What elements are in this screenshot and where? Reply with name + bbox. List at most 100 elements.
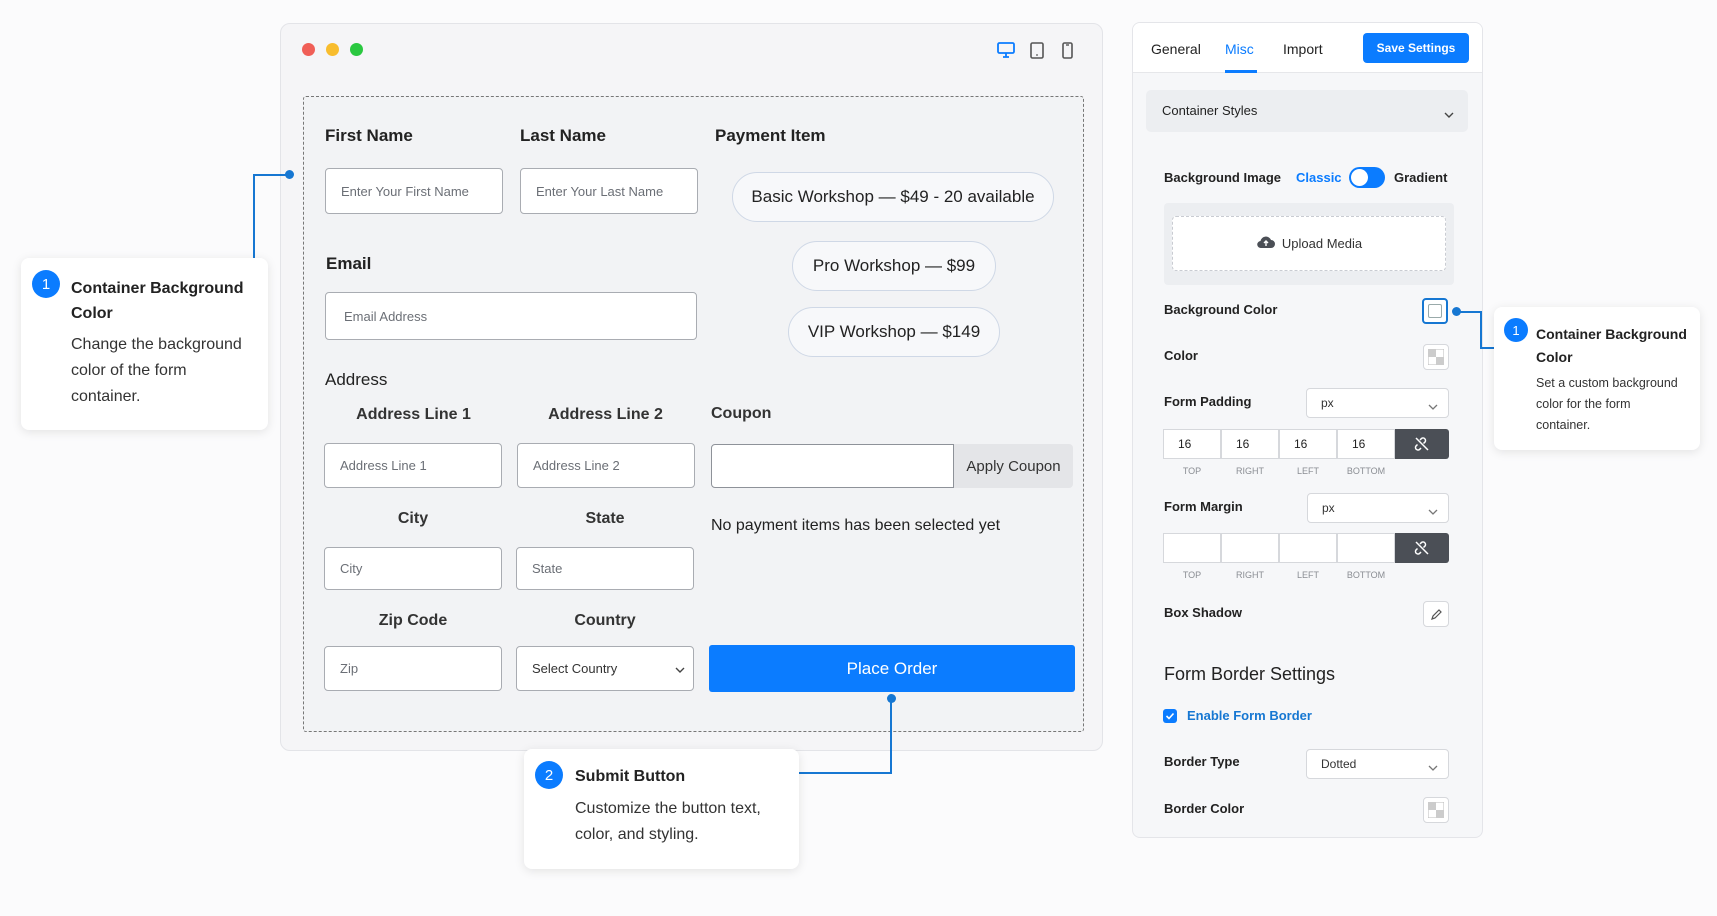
callout-title-line2: Color	[1536, 349, 1573, 365]
maximize-dot[interactable]	[350, 43, 363, 56]
active-tab-indicator	[1225, 70, 1257, 73]
callout-right-connector-h2	[1480, 347, 1494, 349]
callout-right-connector-h	[1456, 311, 1482, 313]
upload-media-button[interactable]: Upload Media	[1172, 216, 1446, 271]
city-input[interactable]: City	[324, 547, 502, 590]
callout-number-badge: 1	[1504, 318, 1528, 342]
padding-right-caption: RIGHT	[1236, 466, 1264, 476]
section-title: Container Styles	[1162, 103, 1258, 118]
background-color-swatch[interactable]	[1422, 298, 1448, 324]
border-type-select[interactable]: Dotted	[1306, 749, 1449, 779]
first-name-input[interactable]: Enter Your First Name	[325, 168, 503, 214]
coupon-input[interactable]	[711, 444, 954, 488]
callout-desc-line: Customize the button text,	[575, 800, 761, 817]
padding-link-button[interactable]	[1395, 429, 1449, 459]
tablet-icon[interactable]	[1027, 40, 1047, 60]
container-styles-header[interactable]: Container Styles	[1146, 90, 1468, 132]
tab-misc[interactable]: Misc	[1225, 41, 1254, 57]
padding-bottom-input[interactable]: 16	[1337, 429, 1395, 459]
border-settings-title: Form Border Settings	[1164, 664, 1336, 684]
callout-desc-line: color for the form	[1536, 397, 1631, 411]
address-label: Address	[325, 370, 388, 389]
payment-item-label: Payment Item	[715, 126, 826, 145]
padding-top-input[interactable]: 16	[1163, 429, 1221, 459]
settings-panel: General Misc Import Save Settings Contai…	[1132, 22, 1483, 838]
address-line1-input[interactable]: Address Line 1	[324, 443, 502, 488]
address-line1-label: Address Line 1	[356, 406, 471, 423]
callout-title: Container Background Color	[71, 276, 243, 326]
tab-general[interactable]: General	[1151, 41, 1201, 57]
state-input[interactable]: State	[516, 547, 694, 590]
no-payment-message: No payment items has been selected yet	[711, 517, 1001, 534]
settings-tabs: General Misc Import Save Settings	[1133, 23, 1482, 73]
callout-container-bg-right: 1 Container Background Color Set a custo…	[1494, 307, 1700, 450]
minimize-dot[interactable]	[326, 43, 339, 56]
color-swatch[interactable]	[1423, 344, 1449, 370]
enable-border-label[interactable]: Enable Form Border	[1187, 708, 1312, 723]
unlink-icon	[1414, 437, 1429, 451]
apply-coupon-button[interactable]: Apply Coupon	[954, 444, 1073, 488]
address-line2-label: Address Line 2	[548, 406, 663, 423]
mobile-icon[interactable]	[1057, 40, 1077, 60]
country-label: Country	[574, 612, 636, 629]
form-container: First Name Last Name Enter Your First Na…	[303, 96, 1084, 732]
payment-option-vip[interactable]: VIP Workshop — $149	[788, 307, 1000, 357]
callout-title: Submit Button	[575, 768, 686, 785]
padding-left-caption: LEFT	[1296, 466, 1319, 476]
payment-option-basic[interactable]: Basic Workshop — $49 - 20 available	[732, 172, 1054, 222]
background-image-label: Background Image	[1164, 170, 1282, 185]
padding-bottom-caption: BOTTOM	[1346, 466, 1386, 476]
swatch-inner	[1428, 304, 1442, 318]
chevron-down-icon	[1428, 400, 1438, 414]
enable-border-checkbox[interactable]	[1163, 709, 1177, 723]
classic-option[interactable]: Classic	[1296, 170, 1342, 185]
callout-desc-line: Change the background	[71, 336, 242, 353]
margin-bottom-caption: BOTTOM	[1346, 570, 1386, 580]
margin-link-button[interactable]	[1395, 533, 1449, 563]
country-select[interactable]: Select Country	[516, 646, 694, 691]
background-color-label: Background Color	[1164, 302, 1278, 317]
tab-import[interactable]: Import	[1283, 41, 1323, 57]
margin-top-input[interactable]	[1163, 533, 1221, 563]
callout-left-anchor	[285, 170, 294, 179]
margin-bottom-input[interactable]	[1337, 533, 1395, 563]
callout-description: Change the background color of the form …	[71, 332, 242, 410]
email-label: Email	[326, 254, 372, 273]
callout-left-connector	[253, 175, 255, 258]
save-settings-button[interactable]: Save Settings	[1363, 33, 1469, 63]
chevron-down-icon	[1444, 106, 1454, 124]
upload-media-label: Upload Media	[1281, 236, 1363, 251]
margin-right-input[interactable]	[1221, 533, 1279, 563]
callout-bottom-connector-h	[799, 772, 892, 774]
first-name-label: First Name	[325, 126, 413, 145]
desktop-icon[interactable]	[996, 40, 1016, 60]
box-shadow-edit-button[interactable]	[1423, 601, 1449, 627]
form-padding-label: Form Padding	[1164, 394, 1252, 409]
margin-top-caption: TOP	[1182, 570, 1202, 580]
callout-desc-line: color of the form	[71, 362, 187, 379]
padding-right-input[interactable]: 16	[1221, 429, 1279, 459]
address-line2-input[interactable]: Address Line 2	[517, 443, 695, 488]
callout-submit-button: 2 Submit Button Customize the button tex…	[524, 749, 799, 869]
email-input[interactable]: Email Address	[325, 292, 697, 340]
checker-icon	[1428, 802, 1444, 818]
margin-left-input[interactable]	[1279, 533, 1337, 563]
border-color-swatch[interactable]	[1423, 797, 1449, 823]
pencil-icon	[1431, 609, 1442, 620]
callout-number-badge: 1	[32, 270, 60, 298]
callout-desc-line: container.	[1536, 418, 1591, 432]
zip-input[interactable]: Zip	[324, 646, 502, 691]
padding-left-input[interactable]: 16	[1279, 429, 1337, 459]
callout-description: Customize the button text, color, and st…	[575, 796, 761, 848]
last-name-input[interactable]: Enter Your Last Name	[520, 168, 698, 214]
margin-unit-value: px	[1322, 501, 1335, 515]
place-order-button[interactable]: Place Order	[709, 645, 1075, 692]
classic-gradient-toggle[interactable]	[1349, 167, 1385, 188]
margin-unit-select[interactable]: px	[1307, 493, 1449, 523]
gradient-option[interactable]: Gradient	[1394, 170, 1447, 185]
callout-title-line2: Color	[71, 305, 113, 322]
padding-unit-select[interactable]: px	[1306, 388, 1449, 418]
close-dot[interactable]	[302, 43, 315, 56]
payment-option-pro[interactable]: Pro Workshop — $99	[792, 241, 996, 291]
cloud-upload-icon	[1256, 234, 1276, 254]
